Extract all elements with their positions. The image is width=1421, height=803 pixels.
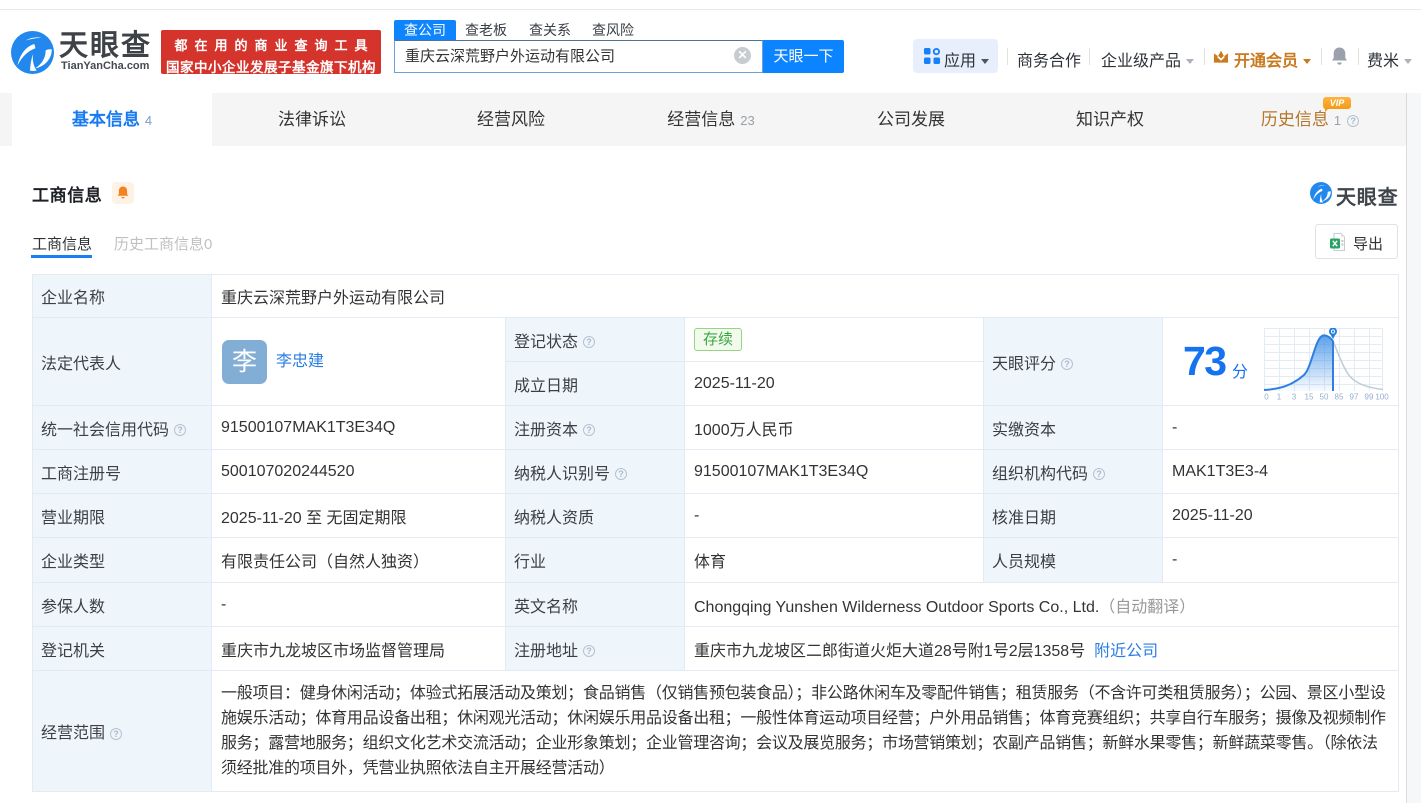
svg-text:50: 50 [1320, 392, 1329, 401]
svg-text:100: 100 [1375, 392, 1389, 401]
svg-text:85: 85 [1335, 392, 1344, 401]
svg-text:15: 15 [1305, 392, 1314, 401]
svg-text:3: 3 [1292, 392, 1297, 401]
svg-text:97: 97 [1350, 392, 1359, 401]
svg-text:99: 99 [1365, 392, 1374, 401]
svg-text:1: 1 [1277, 392, 1282, 401]
svg-text:0: 0 [1264, 392, 1269, 401]
